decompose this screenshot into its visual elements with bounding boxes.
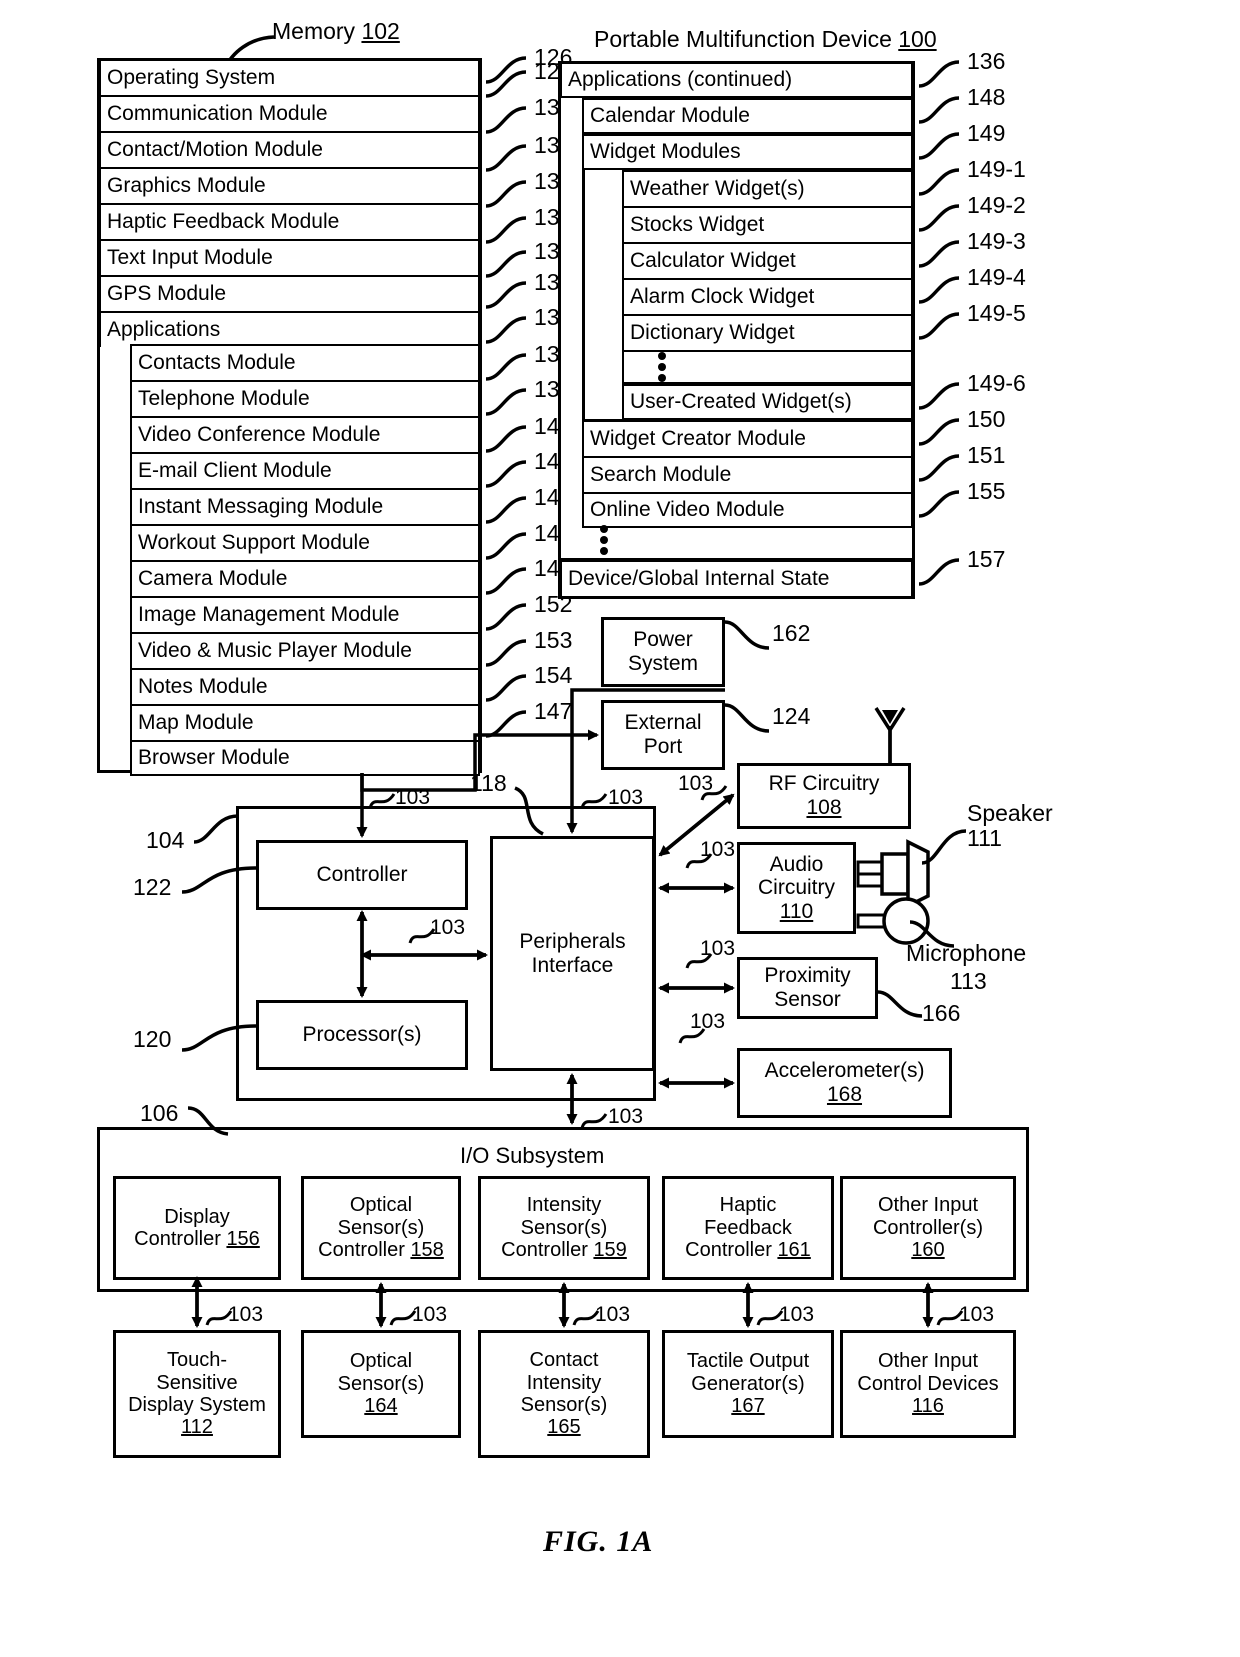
io-connection-lines	[191, 1276, 934, 1328]
